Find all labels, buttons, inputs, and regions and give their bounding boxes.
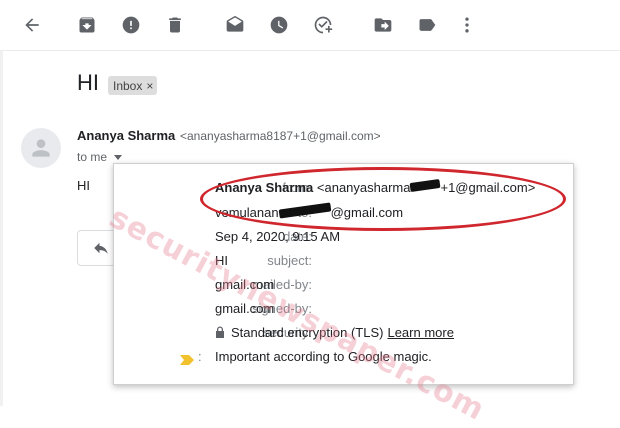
details-row-security: security: Standard encryption (TLS) Learn…	[114, 325, 575, 345]
to-suffix: @gmail.com	[330, 205, 404, 220]
remove-label-icon[interactable]: ×	[146, 79, 153, 93]
mailed-by-value: gmail.com	[215, 277, 275, 292]
subject-label: subject:	[267, 253, 312, 268]
from-email-suffix: +1@gmail.com>	[440, 180, 536, 195]
report-spam-icon[interactable]	[121, 15, 141, 35]
person-icon	[32, 139, 50, 157]
toolbar	[0, 0, 620, 51]
importance-marker-icon	[180, 353, 194, 365]
to-prefix: vemulanan	[215, 205, 279, 220]
reply-icon	[94, 242, 108, 254]
to-value: vemulanan @gmail.com	[215, 202, 404, 220]
back-arrow-icon[interactable]	[22, 15, 42, 35]
mark-unread-icon[interactable]	[225, 15, 245, 35]
delete-icon[interactable]	[165, 15, 185, 35]
details-row-mailed-by: mailed-by: gmail.com	[114, 277, 575, 297]
avatar[interactable]	[21, 128, 61, 168]
learn-more-link[interactable]: Learn more	[387, 325, 453, 340]
lock-icon	[215, 326, 225, 338]
sender-email: <ananyasharma8187+1@gmail.com>	[180, 129, 381, 143]
sender-name: Ananya Sharma	[77, 128, 176, 143]
from-name: Ananya Sharma	[215, 180, 314, 195]
security-value: Standard encryption (TLS) Learn more	[215, 325, 454, 340]
more-icon[interactable]	[457, 15, 477, 35]
email-body: HI	[77, 178, 90, 193]
chevron-down-icon[interactable]	[114, 154, 123, 160]
recipients-toggle[interactable]: to me	[77, 150, 123, 164]
inbox-label-text: Inbox	[113, 78, 143, 93]
redaction-mark	[410, 178, 441, 193]
details-row-subject: subject: HI	[114, 253, 575, 273]
move-to-icon[interactable]	[373, 15, 393, 35]
to-line: to me	[77, 150, 108, 164]
snooze-icon[interactable]	[269, 15, 289, 35]
signed-by-value: gmail.com	[215, 301, 275, 316]
details-row-signed-by: signed-by: gmail.com	[114, 301, 575, 321]
add-to-tasks-icon[interactable]	[313, 15, 333, 35]
subject-value: HI	[215, 253, 228, 268]
email-subject: HI	[77, 70, 99, 95]
details-row-date: date: Sep 4, 2020, 9:15 AM	[114, 229, 575, 249]
from-value: Ananya Sharma <ananyasharma +1@gmail.com>	[215, 178, 536, 195]
message-details-popup: from: Ananya Sharma <ananyasharma +1@gmai…	[113, 163, 574, 385]
date-value: Sep 4, 2020, 9:15 AM	[215, 229, 341, 244]
archive-icon[interactable]	[77, 15, 97, 35]
details-row-importance: : Important according to Google magic.	[114, 349, 575, 369]
details-row-from: from: Ananya Sharma <ananyasharma +1@gmai…	[114, 178, 575, 200]
importance-value: Important according to Google magic.	[215, 349, 432, 364]
redaction-mark	[278, 202, 331, 219]
security-text: Standard encryption (TLS)	[231, 325, 384, 340]
from-email-prefix: <ananyasharma	[316, 180, 411, 195]
left-edge	[0, 50, 3, 406]
importance-colon: :	[198, 349, 202, 364]
labels-icon[interactable]	[417, 15, 437, 35]
details-row-to: to: vemulanan@gmail.com	[114, 202, 575, 225]
inbox-label-chip[interactable]: Inbox ×	[108, 76, 158, 95]
